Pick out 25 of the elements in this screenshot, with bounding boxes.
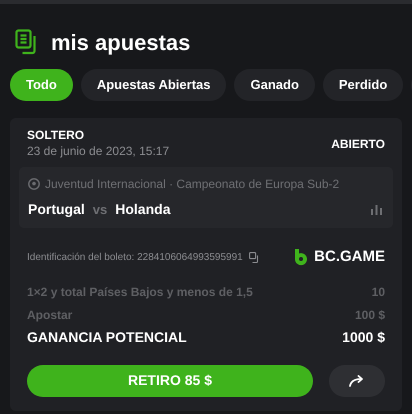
share-arrow-icon [349, 374, 365, 386]
away-team: Holanda [115, 200, 170, 219]
home-team: Portugal [28, 200, 85, 219]
filter-tab[interactable]: Ganado [234, 69, 315, 101]
copy-icon[interactable] [248, 252, 260, 263]
filter-tab[interactable]: Perdido [322, 69, 404, 101]
line-label: 1×2 y total Países Bajos y menos de 1,5 [27, 284, 253, 300]
soccer-ball-icon [28, 178, 40, 190]
brand-logo-icon [294, 248, 308, 266]
brand-name: BC.GAME [314, 247, 385, 267]
stats-icon[interactable] [371, 204, 382, 214]
bet-date: 23 de junio de 2023, 15:17 [27, 143, 170, 159]
line-label: GANANCIA POTENCIAL [27, 328, 187, 347]
status-label: ABIERTO [331, 136, 385, 152]
line-value: 100 $ [354, 306, 385, 324]
filter-tab[interactable]: Apuestas Abiertas [80, 69, 226, 101]
line-label: Apostar [27, 306, 72, 324]
ticket-id: Identificación del boleto: 2284106064993595991 [27, 250, 243, 265]
line-value: 1000 $ [342, 328, 385, 347]
bet-type: SOLTERO [27, 128, 86, 143]
competition-name: Juventud Internacional · Campeonato de Europa Sub-2 [45, 176, 340, 193]
page-title: mis apuestas [51, 28, 190, 57]
line-value: 10 [372, 284, 385, 300]
versus-label: vs [92, 200, 108, 219]
share-button[interactable] [329, 364, 385, 396]
